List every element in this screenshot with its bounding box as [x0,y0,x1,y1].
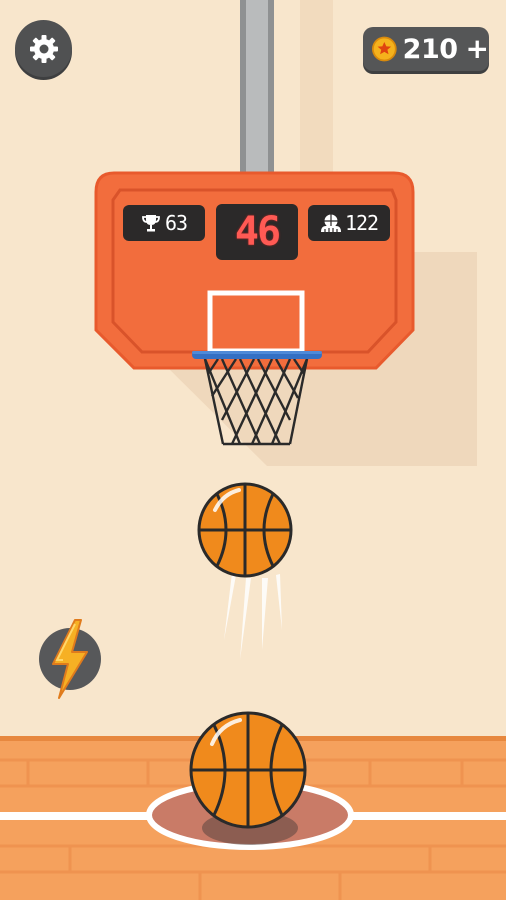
add-coins-button[interactable]: + [466,35,489,63]
basketball [189,711,307,829]
coin-icon [372,36,397,62]
gear-icon [29,34,58,63]
coin-counter[interactable]: 210 + [363,27,489,71]
trophy-icon [142,215,160,232]
current-score: 46 [234,209,281,255]
flying-basketball [197,482,293,578]
players-panel: 122 [308,205,390,241]
backboard [94,171,415,370]
best-score-panel: 63 [123,205,205,241]
power-up-button[interactable] [39,619,101,699]
players-count: 122 [344,211,379,235]
best-score: 63 [164,211,188,235]
court-scene [0,0,506,900]
current-score-panel: 46 [216,204,298,260]
lightning-icon [52,619,88,699]
players-icon [320,214,341,232]
settings-button[interactable] [15,20,72,77]
coin-count: 210 [402,33,458,65]
